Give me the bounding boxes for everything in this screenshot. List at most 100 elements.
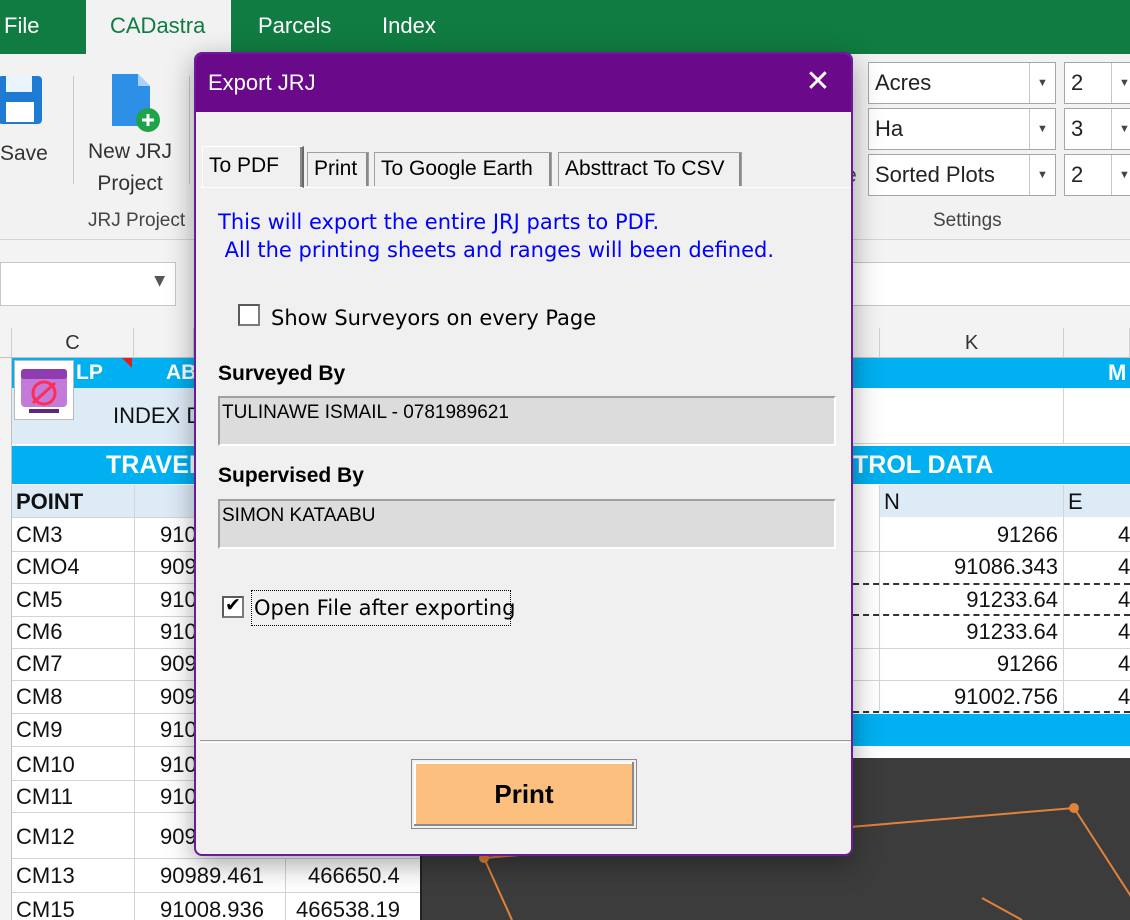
surveyed-by-label: Surveyed By: [218, 362, 346, 385]
decimals-combo-2[interactable]: 3 ▼: [1064, 108, 1130, 150]
table-cell-n[interactable]: 91266: [884, 519, 1058, 551]
ribbon-tab-bar: File CADastra Parcels Index: [0, 0, 1130, 54]
open-file-label[interactable]: Open File after exporting: [254, 594, 515, 622]
tab-file[interactable]: File: [4, 0, 39, 54]
tab-to-google-earth[interactable]: To Google Earth: [374, 152, 552, 186]
table-row-value[interactable]: 910: [160, 616, 194, 648]
table-row-point[interactable]: CM5: [16, 584, 62, 616]
table-row-value[interactable]: 466650.4: [308, 860, 400, 892]
table-row-value[interactable]: 909: [160, 681, 194, 713]
table-row-point[interactable]: CM3: [16, 519, 62, 551]
checkmark-icon: ✔: [225, 594, 241, 616]
decimals-value: 2: [1071, 162, 1084, 187]
table-cell-n[interactable]: 91233.64: [884, 584, 1058, 616]
new-jrj-project-button[interactable]: New JRJ Project: [80, 68, 180, 208]
decimals-combo-3[interactable]: 2 ▼: [1064, 154, 1130, 196]
table-row-value[interactable]: 910: [160, 584, 194, 616]
supervised-by-field[interactable]: SIMON KATAABU: [218, 499, 836, 549]
formula-input[interactable]: [840, 262, 1130, 306]
table-row-value[interactable]: 466538.19: [296, 894, 400, 920]
show-surveyors-checkbox[interactable]: [238, 304, 260, 326]
table-row-value[interactable]: 909: [160, 821, 194, 853]
divider: [73, 76, 74, 184]
band-traverse: TRAVEI: [106, 451, 196, 479]
table-row-point[interactable]: CM7: [16, 648, 62, 680]
chevron-down-icon[interactable]: ▼: [1029, 155, 1055, 195]
floppy-disk-icon: [0, 76, 42, 124]
chevron-down-icon[interactable]: ▼: [1029, 63, 1055, 103]
table-cell-n[interactable]: 91266: [884, 648, 1058, 680]
secondary-unit-combo[interactable]: Ha ▼: [868, 108, 1056, 150]
table-row-point[interactable]: CM10: [16, 749, 75, 781]
open-file-checkbox[interactable]: ✔: [222, 594, 244, 618]
show-surveyors-label[interactable]: Show Surveyors on every Page: [271, 304, 596, 332]
column-header[interactable]: [853, 328, 880, 358]
col-point-header: POINT: [16, 489, 84, 514]
table-row-point[interactable]: CM11: [16, 781, 73, 813]
table-cell-e[interactable]: 4: [1118, 681, 1130, 713]
column-header[interactable]: [134, 328, 194, 358]
new-project-label-line1: New JRJ: [87, 140, 172, 163]
dialog-divider: [200, 740, 851, 743]
tab-cadastra[interactable]: CADastra: [86, 0, 231, 54]
decimals-combo-1[interactable]: 2 ▼: [1064, 62, 1130, 104]
table-row-point[interactable]: CM6: [16, 616, 62, 648]
table-cell-e[interactable]: 4: [1118, 519, 1130, 551]
table-row-value[interactable]: 910: [160, 749, 194, 781]
table-row-point[interactable]: CM12: [16, 821, 75, 853]
band-control: TROL DATA: [853, 451, 994, 479]
table-row-point[interactable]: CM15: [16, 894, 75, 920]
chevron-down-icon[interactable]: ▼: [154, 273, 165, 289]
tab-abstract-to-csv[interactable]: Absttract To CSV: [558, 152, 742, 186]
save-button[interactable]: Save: [0, 68, 60, 178]
table-cell-n[interactable]: 91233.64: [884, 616, 1058, 648]
col-n-header: N: [884, 489, 900, 514]
column-header[interactable]: [1064, 328, 1130, 358]
table-row-value[interactable]: 90989.461: [160, 860, 264, 892]
chevron-down-icon[interactable]: ▼: [1111, 63, 1130, 103]
table-row-point[interactable]: CM8: [16, 681, 62, 713]
table-cell-e[interactable]: 4: [1118, 648, 1130, 680]
chevron-down-icon[interactable]: ▼: [1111, 155, 1130, 195]
divider: [189, 76, 190, 184]
table-cell-n[interactable]: 91086.343: [884, 551, 1058, 583]
table-row-value[interactable]: 910: [160, 519, 194, 551]
table-cell-e[interactable]: 4: [1118, 616, 1130, 648]
close-icon[interactable]: ✕: [803, 67, 833, 98]
tab-to-pdf[interactable]: To PDF: [202, 146, 304, 188]
gridline: [285, 858, 286, 920]
header-lp: LP: [76, 361, 103, 384]
section-band: [853, 714, 1130, 746]
surveyed-by-field[interactable]: TULINAWE ISMAIL - 0781989621: [218, 396, 836, 446]
plot-sort-combo[interactable]: Sorted Plots ▼: [868, 154, 1056, 196]
info-line-2: All the printing sheets and ranges will …: [218, 238, 775, 262]
tab-print[interactable]: Print: [307, 152, 369, 186]
row-header-corner: [0, 328, 12, 358]
table-row-value[interactable]: 909: [160, 551, 194, 583]
table-row-value[interactable]: 909: [160, 648, 194, 680]
column-header-c[interactable]: C: [12, 328, 134, 358]
column-header-k[interactable]: K: [880, 328, 1064, 358]
tab-parcels[interactable]: Parcels: [258, 0, 331, 54]
tab-index[interactable]: Index: [382, 0, 436, 54]
table-cell-n[interactable]: 91002.756: [884, 681, 1058, 713]
dialog-title: Export JRJ: [196, 54, 851, 112]
chevron-down-icon[interactable]: ▼: [1111, 109, 1130, 149]
area-unit-combo[interactable]: Acres ▼: [868, 62, 1056, 104]
table-row-point[interactable]: CMO4: [16, 551, 80, 583]
gridline: [12, 892, 432, 893]
name-box[interactable]: ▼: [0, 262, 176, 306]
table-row-point[interactable]: CM13: [16, 860, 75, 892]
table-row-value[interactable]: 91008.936: [160, 894, 264, 920]
table-cell-e[interactable]: 4: [1118, 584, 1130, 616]
table-row-value[interactable]: 910: [160, 714, 194, 746]
gridline: [12, 746, 194, 747]
info-line-1: This will export the entire JRJ parts to…: [218, 210, 660, 234]
print-button[interactable]: Print: [411, 759, 637, 829]
table-row-value[interactable]: 910: [160, 781, 194, 813]
table-cell-e[interactable]: 4: [1118, 551, 1130, 583]
chevron-down-icon[interactable]: ▼: [1029, 109, 1055, 149]
app-logo: [14, 360, 74, 420]
table-row-point[interactable]: CM9: [16, 714, 62, 746]
group-label-jrj-project: JRJ Project: [88, 210, 186, 231]
